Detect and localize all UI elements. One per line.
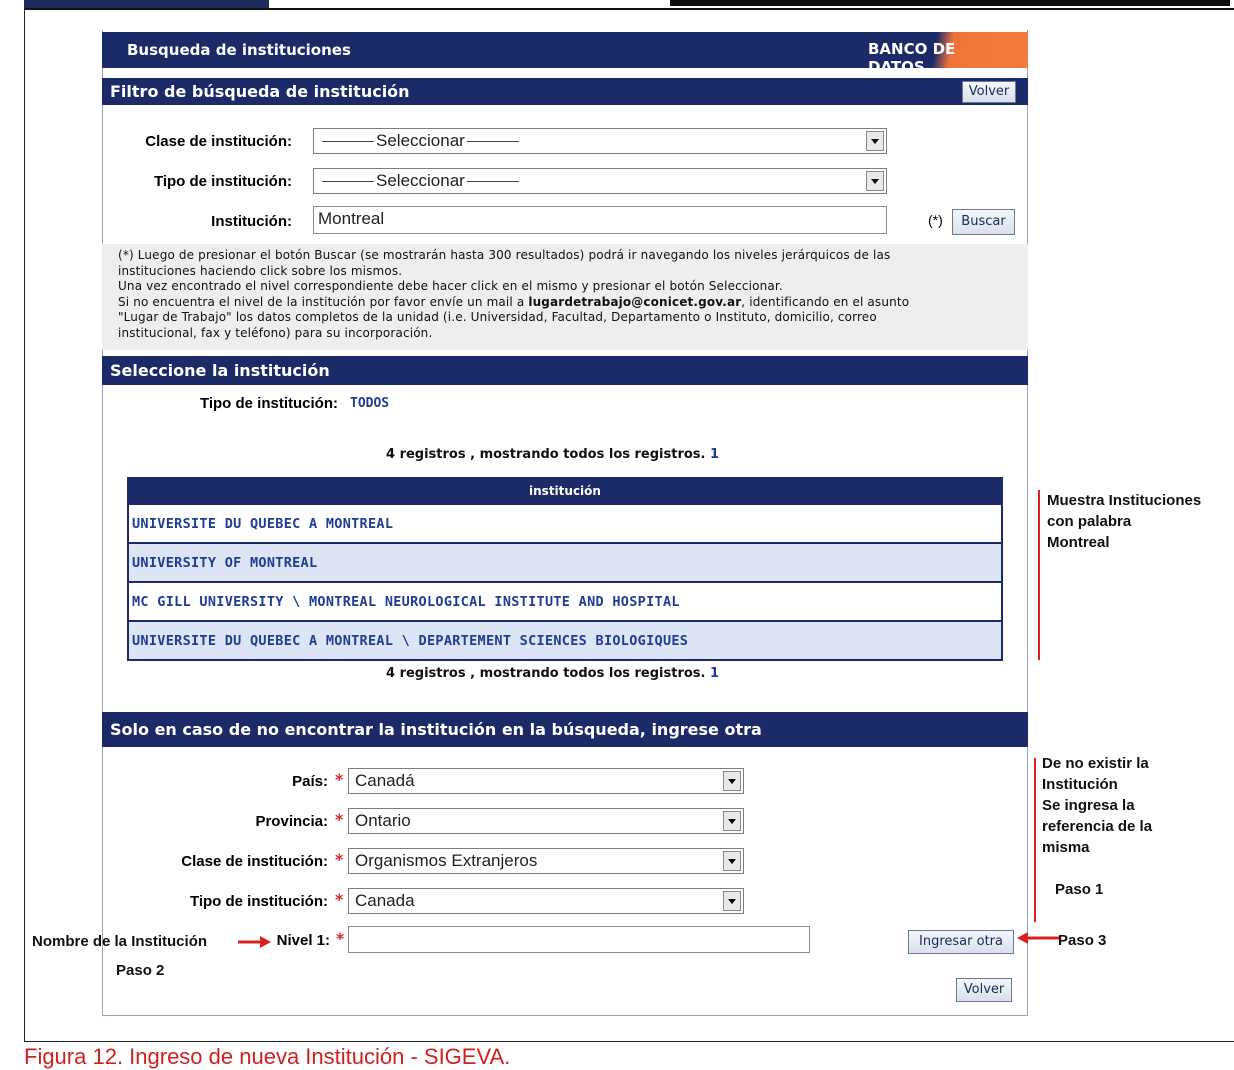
tipo-value: Canada — [355, 891, 415, 910]
filter-section-title: Filtro de búsqueda de institución — [110, 82, 410, 101]
institucion-filter-label: Institución: — [211, 213, 292, 230]
chevron-down-icon — [866, 131, 884, 151]
tipo-filter-value: Seleccionar — [320, 171, 521, 191]
note-line: instituciones haciendo click sobre los m… — [118, 263, 403, 278]
arrow-right-icon — [238, 936, 271, 948]
tipo-filter-select[interactable]: Seleccionar — [313, 168, 887, 194]
note-line: Una vez encontrado el nivel correspondie… — [118, 279, 783, 293]
select-section-title: Seleccione la institución — [110, 361, 330, 380]
chevron-down-icon — [723, 851, 741, 871]
table-row[interactable]: UNIVERSITE DU QUEBEC A MONTREAL — [127, 503, 1003, 544]
clase-select[interactable]: Organismos Extranjeros — [348, 848, 744, 874]
buscar-button[interactable]: Buscar — [952, 209, 1015, 235]
other-section-title: Solo en caso de no encontrar la instituc… — [110, 720, 762, 739]
chevron-down-icon — [723, 811, 741, 831]
annotation-muestra: Muestra Instituciones con palabra Montre… — [1047, 492, 1202, 551]
provincia-select[interactable]: Ontario — [348, 808, 744, 834]
note-line: "Lugar de Trabajo" los datos completos d… — [118, 310, 877, 324]
note-line: (*) Luego de presionar el botón Buscar (… — [118, 248, 891, 262]
brand-label: BANCO DE DATOS — [868, 40, 956, 76]
annotation-paso3: Paso 3 — [1058, 932, 1107, 949]
window-top-bar — [670, 0, 1230, 6]
annotation-no-existir: De no existir la Institución Se ingresa … — [1042, 755, 1153, 856]
search-help-note: (*) Luego de presionar el botón Buscar (… — [102, 244, 1028, 350]
clase-value: Organismos Extranjeros — [355, 851, 538, 870]
tipo-todos-link[interactable]: TODOS — [350, 396, 389, 411]
clase-filter-select[interactable]: Seleccionar — [313, 128, 887, 154]
table-row[interactable]: MC GILL UNIVERSITY \ MONTREAL NEUROLOGIC… — [127, 581, 1003, 622]
chevron-down-icon — [866, 171, 884, 191]
contact-email: lugardetrabajo@conicet.gov.ar — [528, 294, 742, 309]
results-table: institución UNIVERSITE DU QUEBEC A MONTR… — [127, 477, 1003, 661]
records-count-top: 4 registros , mostrando todos los regist… — [386, 447, 720, 462]
page-title: Busqueda de instituciones — [127, 41, 351, 59]
page-title-bar: Busqueda de instituciones BANCO DE DATOS — [102, 32, 1028, 76]
clase-filter-value: Seleccionar — [320, 131, 521, 151]
other-section-header: Solo en caso de no encontrar la instituc… — [102, 712, 1028, 747]
clase-filter-label: Clase de institución: — [145, 133, 292, 150]
provincia-label: Provincia: — [255, 813, 328, 830]
clase-label: Clase de institución: — [181, 853, 328, 870]
annotation-paso2: Paso 2 — [116, 962, 165, 979]
filter-section-header: Filtro de búsqueda de institución — [102, 78, 1028, 105]
pais-select[interactable]: Canadá — [348, 768, 744, 794]
annotation-paso1: Paso 1 — [1055, 881, 1104, 898]
volver-top-button[interactable]: Volver — [962, 81, 1016, 103]
chevron-down-icon — [723, 891, 741, 911]
annotation-bracket — [1034, 758, 1036, 922]
required-mark: * — [335, 850, 344, 869]
page-link[interactable]: 1 — [710, 447, 719, 462]
tipo-select[interactable]: Canada — [348, 888, 744, 914]
provincia-value: Ontario — [355, 811, 411, 830]
tipo-label: Tipo de institución: — [189, 893, 328, 910]
tipo-institucion-label: Tipo de institución: — [199, 395, 338, 412]
annotation-bracket — [1038, 490, 1040, 660]
required-mark: * — [335, 890, 344, 909]
select-section-header: Seleccione la institución — [102, 356, 1028, 385]
required-mark: * — [336, 929, 345, 948]
note-line: Si no encuentra el nivel de la instituci… — [118, 294, 910, 309]
arrow-left-icon — [1017, 932, 1060, 944]
pais-label: País: — [292, 773, 328, 790]
brand-banner: BANCO DE DATOS — [868, 32, 1028, 76]
nivel-label: Nivel 1: — [276, 932, 330, 949]
figure-caption: Figura 12. Ingreso de nueva Institución … — [24, 1044, 511, 1069]
records-count-bottom: 4 registros , mostrando todos los regist… — [386, 666, 720, 681]
page-link[interactable]: 1 — [710, 666, 719, 681]
nivel-input[interactable] — [348, 926, 810, 953]
volver-bottom-button[interactable]: Volver — [956, 978, 1012, 1002]
chevron-down-icon — [723, 771, 741, 791]
required-mark: * — [335, 770, 344, 789]
institucion-search-input[interactable]: Montreal — [313, 206, 887, 234]
table-row[interactable]: UNIVERSITE DU QUEBEC A MONTREAL \ DEPART… — [127, 620, 1003, 661]
annotation-nombre: Nombre de la Institución — [32, 933, 208, 950]
required-mark: * — [335, 810, 344, 829]
table-row[interactable]: UNIVERSITY OF MONTREAL — [127, 542, 1003, 583]
pais-value: Canadá — [355, 771, 415, 790]
column-header-institucion: institución — [128, 478, 1002, 504]
tipo-filter-label: Tipo de institución: — [153, 173, 292, 190]
ingresar-otra-button[interactable]: Ingresar otra — [908, 930, 1014, 954]
note-line: institucional, fax y teléfono) para su i… — [118, 325, 433, 340]
asterisk-note: (*) — [928, 212, 943, 228]
